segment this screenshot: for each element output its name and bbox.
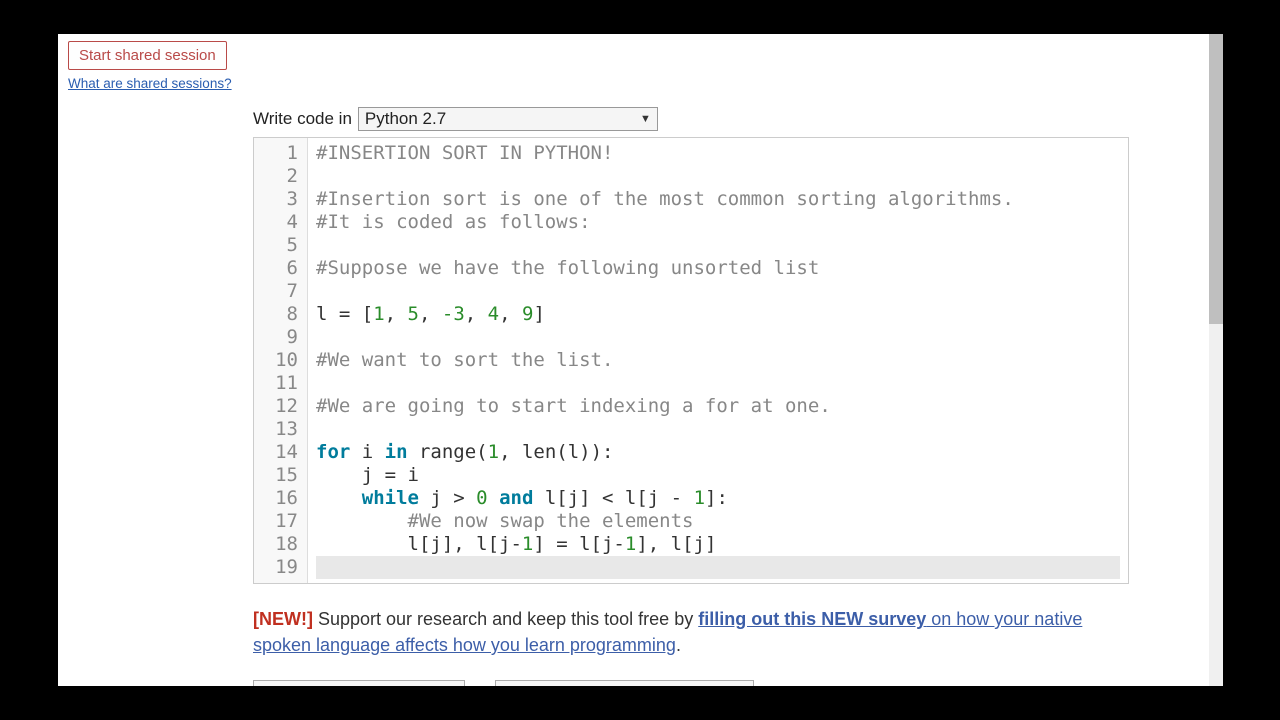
code-line[interactable]: #Insertion sort is one of the most commo… bbox=[316, 188, 1120, 211]
code-line[interactable]: #We are going to start indexing a for at… bbox=[316, 395, 1120, 418]
line-number: 4 bbox=[258, 211, 298, 234]
line-number: 18 bbox=[258, 533, 298, 556]
code-line[interactable]: l = [1, 5, -3, 4, 9] bbox=[316, 303, 1120, 326]
code-line[interactable]: #INSERTION SORT IN PYTHON! bbox=[316, 142, 1120, 165]
language-select[interactable]: Python 2.7 ▼ bbox=[358, 107, 658, 131]
line-number: 17 bbox=[258, 510, 298, 533]
line-number: 7 bbox=[258, 280, 298, 303]
code-line[interactable]: #It is coded as follows: bbox=[316, 211, 1120, 234]
code-line[interactable]: #Suppose we have the following unsorted … bbox=[316, 257, 1120, 280]
code-line[interactable] bbox=[316, 372, 1120, 395]
line-number: 3 bbox=[258, 188, 298, 211]
code-line[interactable]: l[j], l[j-1] = l[j-1], l[j] bbox=[316, 533, 1120, 556]
code-line[interactable]: for i in range(1, len(l)): bbox=[316, 441, 1120, 464]
code-line[interactable] bbox=[316, 556, 1120, 579]
what-are-shared-sessions-link[interactable]: What are shared sessions? bbox=[68, 76, 232, 91]
line-number: 1 bbox=[258, 142, 298, 165]
line-number-gutter: 12345678910111213141516171819 bbox=[254, 138, 308, 583]
visualize-execution-button[interactable]: Visualize Execution bbox=[253, 680, 465, 686]
scrollbar-thumb[interactable] bbox=[1209, 34, 1223, 324]
action-buttons: Visualize Execution Live Programming Mod… bbox=[253, 680, 1223, 686]
new-label: [NEW!] bbox=[253, 609, 313, 629]
line-number: 14 bbox=[258, 441, 298, 464]
language-row: Write code in Python 2.7 ▼ bbox=[253, 107, 1223, 131]
start-shared-session-button[interactable]: Start shared session bbox=[68, 41, 227, 70]
app-window: Start shared session What are shared ses… bbox=[58, 34, 1223, 686]
code-line[interactable]: #We want to sort the list. bbox=[316, 349, 1120, 372]
code-line[interactable]: j = i bbox=[316, 464, 1120, 487]
line-number: 11 bbox=[258, 372, 298, 395]
line-number: 16 bbox=[258, 487, 298, 510]
line-number: 5 bbox=[258, 234, 298, 257]
code-line[interactable] bbox=[316, 280, 1120, 303]
line-number: 2 bbox=[258, 165, 298, 188]
language-selected-value: Python 2.7 bbox=[365, 109, 446, 129]
promo-block: [NEW!] Support our research and keep thi… bbox=[253, 606, 1129, 658]
promo-prefix: Support our research and keep this tool … bbox=[313, 609, 698, 629]
code-line[interactable]: #We now swap the elements bbox=[316, 510, 1120, 533]
code-line[interactable] bbox=[316, 418, 1120, 441]
line-number: 13 bbox=[258, 418, 298, 441]
top-area: Start shared session What are shared ses… bbox=[58, 34, 1223, 97]
survey-link[interactable]: filling out this NEW survey bbox=[698, 609, 926, 629]
code-textarea[interactable]: #INSERTION SORT IN PYTHON! #Insertion sor… bbox=[308, 138, 1128, 583]
code-editor[interactable]: 12345678910111213141516171819 #INSERTION… bbox=[253, 137, 1129, 584]
scrollbar-track[interactable] bbox=[1209, 34, 1223, 686]
line-number: 15 bbox=[258, 464, 298, 487]
code-line[interactable] bbox=[316, 326, 1120, 349]
code-line[interactable]: while j > 0 and l[j] < l[j - 1]: bbox=[316, 487, 1120, 510]
line-number: 8 bbox=[258, 303, 298, 326]
write-code-label: Write code in bbox=[253, 109, 352, 129]
live-programming-mode-button[interactable]: Live Programming Mode bbox=[495, 680, 754, 686]
chevron-down-icon: ▼ bbox=[640, 113, 651, 125]
line-number: 10 bbox=[258, 349, 298, 372]
promo-suffix: . bbox=[676, 635, 681, 655]
line-number: 19 bbox=[258, 556, 298, 579]
line-number: 9 bbox=[258, 326, 298, 349]
line-number: 12 bbox=[258, 395, 298, 418]
line-number: 6 bbox=[258, 257, 298, 280]
code-line[interactable] bbox=[316, 165, 1120, 188]
code-line[interactable] bbox=[316, 234, 1120, 257]
